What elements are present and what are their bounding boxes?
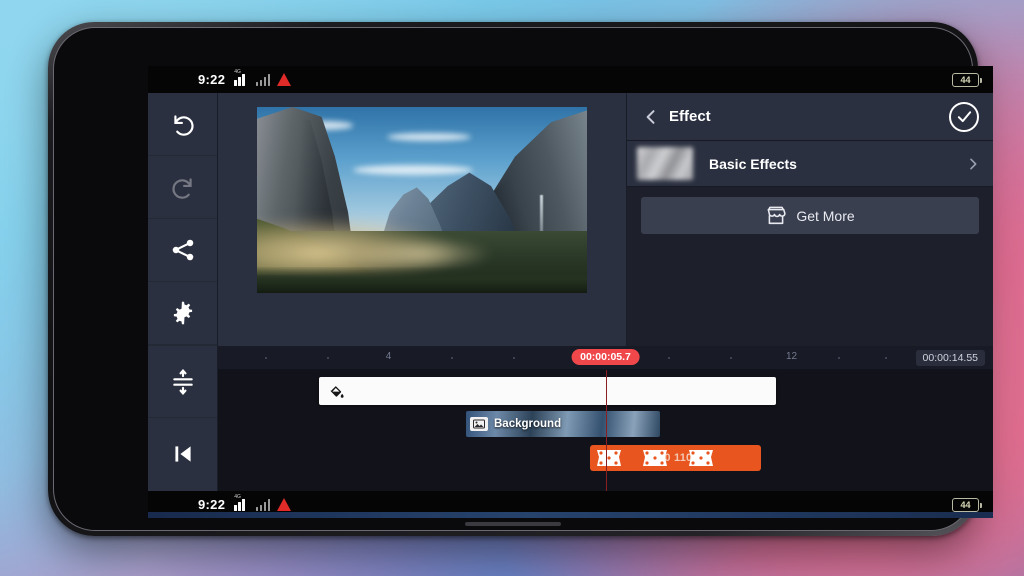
background-clip[interactable]: Background [466, 411, 660, 437]
battery-level-label: 44 [960, 74, 971, 85]
status-time-bottom: 9:22 [198, 497, 226, 512]
ruler-label: 12 [785, 351, 798, 362]
effect-clip[interactable]: 2400 11040 [590, 445, 761, 471]
phone-device: 9:22 4G 44 Effect Basic Effects Get More… [48, 22, 993, 536]
redo-button[interactable] [148, 156, 217, 219]
effect-panel-body: Get More [627, 187, 993, 346]
left-toolbar [148, 93, 218, 346]
preview-cloud [353, 165, 473, 175]
playhead-line[interactable] [605, 370, 608, 491]
effect-thumbnail [637, 147, 693, 180]
image-glyph-icon [473, 419, 485, 429]
preview-cloud [387, 133, 471, 141]
undo-button[interactable] [148, 93, 217, 156]
expand-collapse-icon [172, 368, 193, 395]
check-icon [957, 111, 971, 123]
settings-button[interactable] [148, 282, 217, 345]
editor-main: Effect Basic Effects Get More [148, 93, 993, 346]
expand-timeline-button[interactable] [148, 346, 217, 418]
store-icon [767, 206, 786, 224]
red-triangle-icon [277, 73, 292, 86]
skip-to-start-icon [174, 446, 191, 462]
status-icons: 4G [234, 69, 292, 86]
phone-screen: 9:22 4G 44 Effect Basic Effects Get More… [148, 66, 993, 518]
network-type-label: 4G [234, 69, 241, 75]
get-more-label: Get More [796, 207, 855, 224]
timeline-toolbar [148, 346, 218, 491]
kinemaster-watermark-icon [597, 450, 621, 466]
status-time: 9:22 [198, 72, 226, 87]
timeline-ruler[interactable]: 4 12 00:00:05.7 00:00:14.55 [218, 346, 993, 370]
confirm-button[interactable] [949, 101, 979, 132]
kinemaster-watermark-icon [689, 450, 713, 466]
jump-to-start-button[interactable] [148, 418, 217, 490]
preview-foreground-trees [257, 267, 587, 293]
effect-panel-header: Effect [627, 93, 993, 141]
signal-bars-secondary-icon [255, 74, 271, 86]
undo-icon [173, 115, 194, 136]
ruler-label: 4 [385, 351, 392, 362]
signal-bars-icon: 4G [234, 69, 249, 86]
paint-bucket-icon [330, 385, 344, 398]
video-preview-area[interactable] [218, 93, 627, 346]
background-clip-label: Background [494, 418, 562, 430]
effect-category-label: Basic Effects [709, 155, 797, 172]
redo-icon [171, 178, 192, 199]
share-button[interactable] [148, 219, 217, 282]
gear-icon [173, 301, 192, 325]
effect-category-basic-effects[interactable]: Basic Effects [627, 141, 993, 187]
image-icon [470, 417, 488, 431]
status-icons-bottom: 4G [234, 494, 292, 511]
playhead-time-badge: 00:00:05.7 [571, 349, 640, 365]
chevron-right-icon [970, 158, 977, 169]
page-title: Effect [669, 108, 711, 125]
signal-bars-secondary-icon [255, 499, 271, 511]
battery-level-label-bottom: 44 [960, 499, 971, 510]
signal-bars-icon: 4G [234, 494, 249, 511]
total-duration-badge: 00:00:14.55 [915, 350, 985, 366]
kinemaster-watermark-icon [643, 450, 667, 466]
battery-indicator: 44 [952, 72, 982, 87]
network-type-label-bottom: 4G [234, 494, 241, 500]
timeline-tracks-area[interactable]: 4 12 00:00:05.7 00:00:14.55 Background 2… [218, 346, 993, 491]
status-bar-top: 9:22 4G 44 [148, 66, 993, 93]
share-icon [172, 239, 193, 261]
red-triangle-icon [277, 498, 292, 511]
get-more-button[interactable]: Get More [641, 197, 979, 234]
nav-hint-strip [148, 512, 993, 518]
preview-golden-mist-secondary [353, 237, 493, 271]
chevron-left-icon[interactable] [641, 107, 661, 127]
color-fill-clip[interactable] [318, 377, 776, 405]
home-indicator [465, 522, 561, 526]
status-bar-bottom: 9:22 4G 44 [148, 491, 993, 518]
battery-indicator-bottom: 44 [952, 497, 982, 512]
timeline: 4 12 00:00:05.7 00:00:14.55 Background 2… [148, 346, 993, 491]
effect-panel: Effect Basic Effects Get More [627, 93, 993, 346]
video-preview[interactable] [257, 107, 587, 293]
